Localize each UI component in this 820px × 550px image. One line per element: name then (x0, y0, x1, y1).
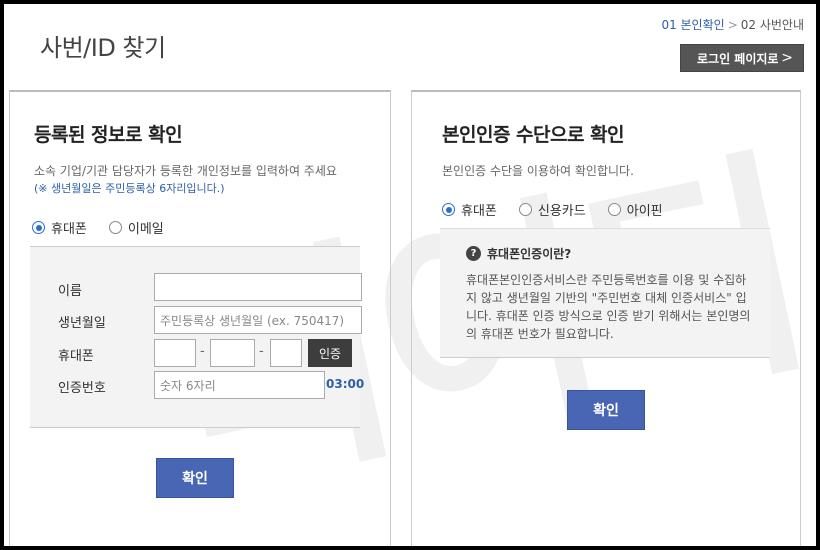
page-frame: 니어티 사번/ID 찾기 01 본인확인>02 사번안내 로그인 페이지로 > … (4, 4, 816, 546)
step-separator: > (727, 18, 738, 32)
radio-mobile-label: 휴대폰 (461, 204, 497, 219)
radio-unchecked-icon (607, 203, 621, 216)
registered-info-heading: 등록된 정보로 확인 (34, 124, 183, 146)
mobile-auth-info-box: ? 휴대폰인증이란? 휴대폰본인인증서비스란 주민등록번호를 이용 및 수집하지… (440, 228, 770, 358)
radio-ipin-label: 아이핀 (626, 204, 663, 219)
birthdate-label: 생년월일 (58, 316, 106, 331)
contact-method-radios: 휴대폰 이메일 (32, 218, 164, 237)
name-label: 이름 (58, 284, 82, 299)
phone-dash-2: - (259, 344, 264, 359)
step-indicator: 01 본인확인 >02 사번안내 (661, 16, 804, 33)
auth-code-label: 인증번호 (58, 381, 106, 396)
registered-info-description: 소속 기업/기관 담당자가 등록한 개인정보를 입력하여 주세요 (34, 164, 337, 178)
identity-verification-panel: 본인인증 수단으로 확인 본인인증 수단을 이용하여 확인합니다. 휴대폰 신용… (411, 90, 801, 546)
verification-method-radios: 휴대폰 신용카드 아이핀 (442, 200, 663, 219)
question-icon: ? (466, 246, 481, 261)
identity-verification-heading: 본인인증 수단으로 확인 (442, 124, 625, 146)
radio-ipin[interactable]: 아이핀 (607, 200, 663, 219)
radio-mobile[interactable]: 휴대폰 (442, 200, 497, 219)
registered-info-form: 이름 생년월일 주민등록상 생년월일 (ex. 750417) 휴대폰 - - … (30, 246, 364, 428)
chevron-right-icon: > (781, 50, 793, 66)
identity-verification-description: 본인인증 수단을 이용하여 확인합니다. (442, 164, 634, 178)
phone-field-3[interactable] (270, 339, 302, 367)
birthdate-note: (※ 생년월일은 주민등록상 6자리입니다.) (34, 182, 225, 195)
login-page-button-label: 로그인 페이지로 (697, 51, 779, 66)
radio-phone[interactable]: 휴대폰 (32, 218, 87, 237)
radio-email[interactable]: 이메일 (108, 218, 164, 237)
confirm-button-right[interactable]: 확인 (567, 390, 645, 430)
radio-checked-icon (32, 221, 45, 234)
auth-timer: 03:00 (326, 377, 365, 391)
page-title: 사번/ID 찾기 (40, 34, 166, 62)
info-title: ? 휴대폰인증이란? (466, 245, 571, 262)
name-field[interactable] (154, 273, 362, 301)
radio-credit-card[interactable]: 신용카드 (518, 200, 586, 219)
radio-phone-label: 휴대폰 (51, 222, 87, 237)
login-page-button[interactable]: 로그인 페이지로 > (680, 44, 804, 72)
registered-info-panel: 등록된 정보로 확인 소속 기업/기관 담당자가 등록한 개인정보를 입력하여 … (9, 90, 391, 546)
radio-unchecked-icon (108, 221, 122, 234)
auth-code-field[interactable]: 숫자 6자리 (154, 371, 325, 399)
phone-field-1[interactable] (154, 339, 196, 367)
phone-label: 휴대폰 (58, 349, 94, 364)
auth-request-button[interactable]: 인증 (308, 339, 352, 367)
info-title-text: 휴대폰인증이란? (487, 247, 572, 261)
step-next: 02 사번안내 (740, 18, 804, 32)
confirm-button-left[interactable]: 확인 (156, 458, 234, 498)
info-text: 휴대폰본인인증서비스란 주민등록번호를 이용 및 수집하지 않고 생년월일 기반… (466, 273, 751, 341)
radio-unchecked-icon (518, 203, 532, 216)
phone-field-2[interactable] (210, 339, 255, 367)
radio-checked-icon (442, 203, 455, 216)
birthdate-field[interactable]: 주민등록상 생년월일 (ex. 750417) (154, 306, 362, 334)
radio-email-label: 이메일 (127, 222, 164, 237)
radio-credit-card-label: 신용카드 (537, 204, 586, 219)
step-current: 01 본인확인 (661, 18, 725, 32)
phone-dash-1: - (200, 344, 205, 359)
